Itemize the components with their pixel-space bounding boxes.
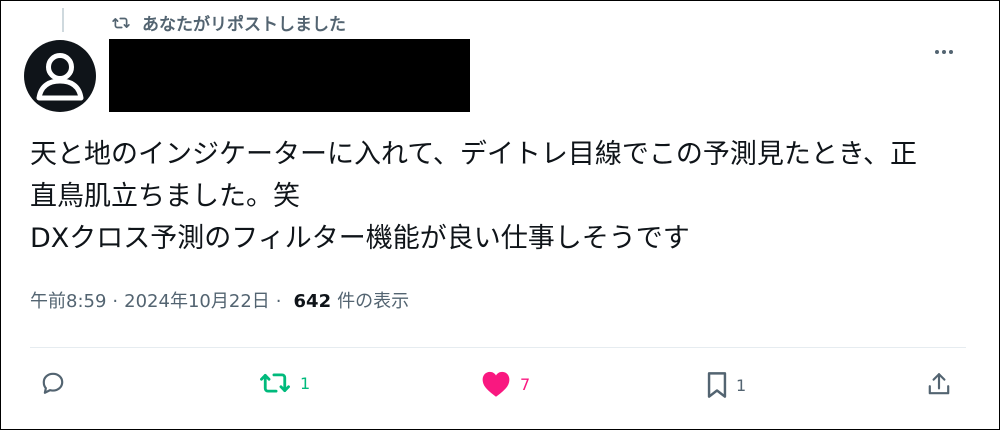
default-avatar-icon bbox=[36, 53, 84, 101]
reply-icon bbox=[40, 370, 66, 396]
divider bbox=[30, 347, 966, 348]
tweet-text-line: DXクロス予測のフィルター機能が良い仕事しそうです bbox=[30, 223, 690, 254]
repost-icon bbox=[110, 14, 132, 32]
like-count: 7 bbox=[520, 374, 531, 394]
avatar[interactable] bbox=[24, 40, 96, 112]
meta-separator: · bbox=[275, 291, 282, 312]
tweet-time[interactable]: 午前8:59 bbox=[30, 287, 106, 313]
views-count[interactable]: 642 bbox=[294, 291, 332, 312]
meta-separator: · bbox=[112, 291, 119, 312]
tweet-meta: 午前8:59 · 2024年10月22日 · 642 件の表示 bbox=[30, 287, 409, 313]
views-label: 件の表示 bbox=[337, 291, 410, 312]
tweet-text: 天と地のインジケーターに入れて、デイトレ目線でこの予測見たとき、正 直鳥肌立ちま… bbox=[30, 134, 970, 260]
bookmark-count: 1 bbox=[736, 375, 747, 395]
share-button[interactable] bbox=[926, 370, 952, 398]
bookmark-button[interactable]: 1 bbox=[706, 370, 746, 400]
like-button[interactable]: 7 bbox=[480, 370, 530, 398]
more-icon[interactable] bbox=[935, 50, 953, 54]
repost-icon bbox=[258, 370, 292, 396]
reply-button[interactable] bbox=[40, 370, 66, 396]
bookmark-icon bbox=[706, 370, 728, 400]
repost-context[interactable]: あなたがリポストしました bbox=[110, 10, 346, 35]
share-icon bbox=[926, 370, 952, 398]
repost-button[interactable]: 1 bbox=[258, 370, 310, 396]
repost-count: 1 bbox=[300, 373, 311, 393]
heart-icon bbox=[480, 370, 512, 398]
author-name-redacted bbox=[109, 39, 470, 112]
tweet-date[interactable]: 2024年10月22日 bbox=[124, 287, 270, 313]
repost-context-label: あなたがリポストしました bbox=[142, 15, 346, 35]
thread-line bbox=[62, 8, 64, 32]
tweet-text-line: 直鳥肌立ちました。笑 bbox=[30, 181, 300, 212]
tweet-text-line: 天と地のインジケーターに入れて、デイトレ目線でこの予測見たとき、正 bbox=[30, 139, 917, 170]
